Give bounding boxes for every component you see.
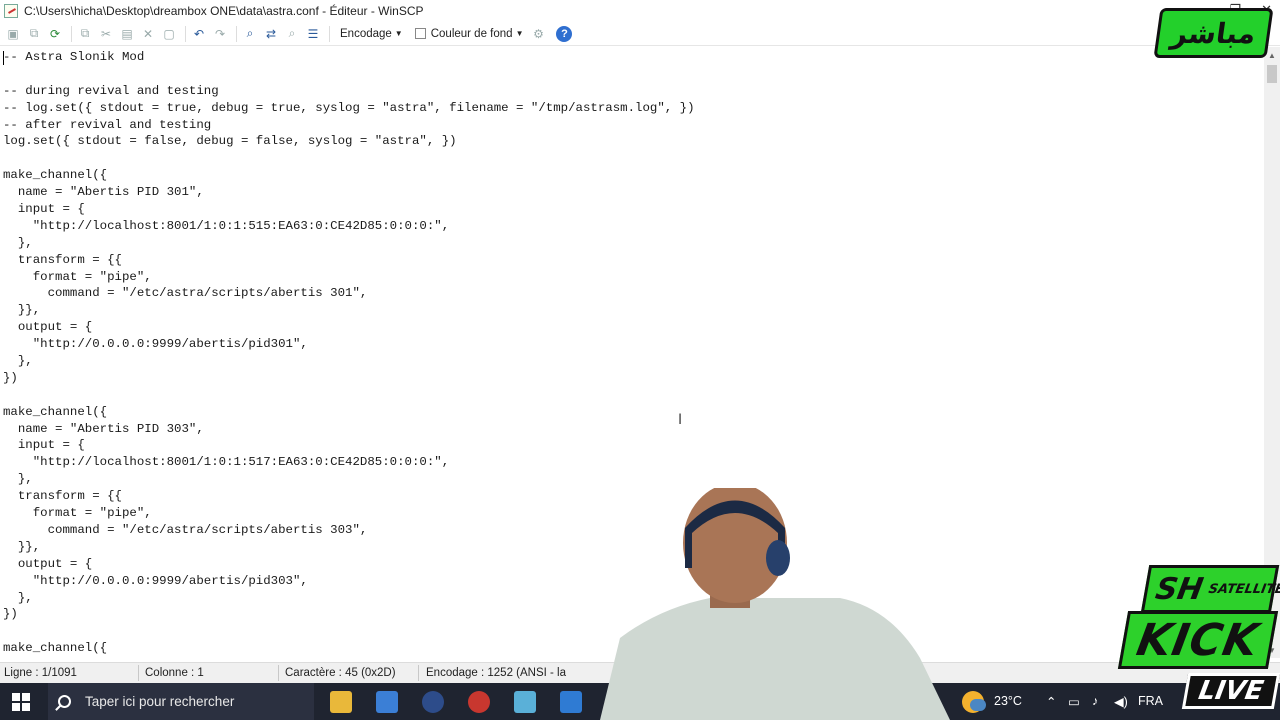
store-icon[interactable] — [376, 691, 398, 713]
code-line[interactable]: format = "pipe", — [3, 269, 1264, 286]
code-line[interactable]: }, — [3, 353, 1264, 370]
code-line[interactable]: }) — [3, 370, 1264, 387]
encoding-dropdown[interactable]: Encodage ▼ — [340, 28, 403, 40]
status-line: Ligne : 1/1091 — [4, 667, 77, 679]
ibeam-cursor-icon: Ⅰ — [678, 412, 683, 428]
brand-sh-text: SH — [1152, 571, 1206, 607]
undo-icon[interactable]: ↶ — [190, 25, 208, 43]
code-line[interactable]: command = "/etc/astra/scripts/abertis 30… — [3, 285, 1264, 302]
code-line[interactable]: make_channel({ — [3, 404, 1264, 421]
replace-icon[interactable]: ⇄ — [262, 25, 280, 43]
headset-earcup — [766, 540, 790, 576]
find-next-icon[interactable]: ⌕ — [283, 25, 301, 43]
status-character: Caractère : 45 (0x2D) — [285, 667, 396, 679]
media-app-icon[interactable] — [422, 691, 444, 713]
toolbar-divider — [329, 25, 330, 42]
live-badge: مباشر — [1153, 8, 1274, 58]
chevron-up-icon[interactable]: ⌃ — [1046, 694, 1056, 709]
code-line[interactable]: -- log.set({ stdout = true, debug = true… — [3, 100, 1264, 117]
code-line[interactable]: input = { — [3, 437, 1264, 454]
chevron-down-icon: ▼ — [394, 29, 403, 38]
code-line[interactable]: "http://localhost:8001/1:0:1:515:EA63:0:… — [3, 218, 1264, 235]
brand-live-text: LIVE — [1196, 676, 1266, 706]
background-color-option[interactable]: Couleur de fond ▼ — [414, 27, 524, 40]
encoding-dropdown-label: Encodage — [340, 27, 392, 40]
file-explorer-icon[interactable] — [330, 691, 352, 713]
chevron-down-icon: ▼ — [515, 29, 524, 38]
code-line[interactable]: }}, — [3, 302, 1264, 319]
code-line[interactable]: -- during revival and testing — [3, 83, 1264, 100]
background-color-label: Couleur de fond — [430, 27, 513, 40]
code-line[interactable]: "http://localhost:8001/1:0:1:517:EA63:0:… — [3, 454, 1264, 471]
live-badge-text: مباشر — [1169, 16, 1258, 50]
status-divider — [278, 665, 279, 681]
status-encoding: Encodage : 1252 (ANSI - la — [426, 667, 566, 679]
title-bar: C:\Users\hicha\Desktop\dreambox ONE\data… — [0, 0, 1280, 22]
cut-icon[interactable]: ✂ — [97, 25, 115, 43]
brand-sh-logo: SH SATELLITE — [1140, 565, 1280, 613]
toolbar-divider — [185, 25, 186, 42]
save-icon[interactable]: ▣ — [4, 25, 22, 43]
code-line[interactable] — [3, 66, 1264, 83]
copy-icon[interactable]: ⧉ — [25, 25, 43, 43]
text-caret — [3, 51, 4, 65]
brand-kick-logo: KICK — [1117, 611, 1279, 669]
editor-toolbar: ▣ ⧉ ⟳ ⧉ ✂ ▤ ✕ ▢ ↶ ↷ ⌕ ⇄ ⌕ ☰ Encodage ▼ C… — [0, 22, 1280, 46]
windows-start-icon[interactable] — [12, 693, 30, 711]
code-line[interactable]: }, — [3, 235, 1264, 252]
duplicate-icon[interactable]: ⧉ — [76, 25, 94, 43]
app-icon[interactable] — [514, 691, 536, 713]
code-line[interactable]: make_channel({ — [3, 167, 1264, 184]
status-column: Colonne : 1 — [145, 667, 204, 679]
scrollbar-thumb[interactable] — [1267, 65, 1277, 83]
toolbar-divider — [236, 25, 237, 42]
brand-live-logo: LIVE — [1181, 673, 1280, 709]
help-icon[interactable]: ? — [556, 25, 573, 42]
search-icon — [58, 695, 71, 708]
code-line[interactable]: input = { — [3, 201, 1264, 218]
network-icon[interactable]: ▭ — [1068, 694, 1080, 709]
streamer-shirt — [600, 598, 950, 720]
code-line[interactable]: -- Astra Slonik Mod — [3, 49, 1264, 66]
microphone-icon[interactable]: ♪ — [1092, 694, 1098, 708]
paste-icon[interactable]: ▤ — [118, 25, 136, 43]
winscp-icon[interactable] — [560, 691, 582, 713]
code-line[interactable]: transform = {{ — [3, 252, 1264, 269]
code-line[interactable]: }, — [3, 471, 1264, 488]
brand-kick-text: KICK — [1133, 614, 1263, 666]
code-line[interactable]: name = "Abertis PID 301", — [3, 184, 1264, 201]
brand-satellite-text: SATELLITE — [1207, 581, 1280, 597]
refresh-icon[interactable]: ⟳ — [46, 25, 64, 43]
taskbar-search[interactable]: Taper ici pour rechercher — [48, 683, 314, 720]
goto-line-icon[interactable]: ☰ — [304, 25, 322, 43]
code-line[interactable]: -- after revival and testing — [3, 117, 1264, 134]
temperature[interactable]: 23°C — [994, 694, 1022, 708]
weather-icon[interactable] — [962, 691, 986, 713]
webcam-overlay — [600, 488, 950, 720]
sh-satellite-brand: SH SATELLITE KICK LIVE — [1115, 555, 1280, 720]
code-line[interactable]: name = "Abertis PID 303", — [3, 421, 1264, 438]
status-divider — [138, 665, 139, 681]
editor-app-icon — [4, 4, 18, 18]
redo-icon[interactable]: ↷ — [211, 25, 229, 43]
code-line[interactable]: output = { — [3, 319, 1264, 336]
code-line[interactable]: log.set({ stdout = false, debug = false,… — [3, 133, 1264, 150]
select-all-icon[interactable]: ▢ — [160, 25, 178, 43]
code-line[interactable] — [3, 150, 1264, 167]
gear-icon[interactable]: ⚙ — [529, 25, 547, 43]
window-title: C:\Users\hicha\Desktop\dreambox ONE\data… — [24, 4, 424, 18]
browser-icon[interactable] — [468, 691, 490, 713]
status-divider — [418, 665, 419, 681]
taskbar-search-placeholder: Taper ici pour rechercher — [85, 694, 235, 709]
toolbar-divider — [71, 25, 72, 42]
find-icon[interactable]: ⌕ — [241, 25, 259, 43]
code-line[interactable]: "http://0.0.0.0:9999/abertis/pid301", — [3, 336, 1264, 353]
delete-icon[interactable]: ✕ — [139, 25, 157, 43]
background-color-checkbox[interactable] — [414, 28, 426, 39]
code-line[interactable] — [3, 387, 1264, 404]
